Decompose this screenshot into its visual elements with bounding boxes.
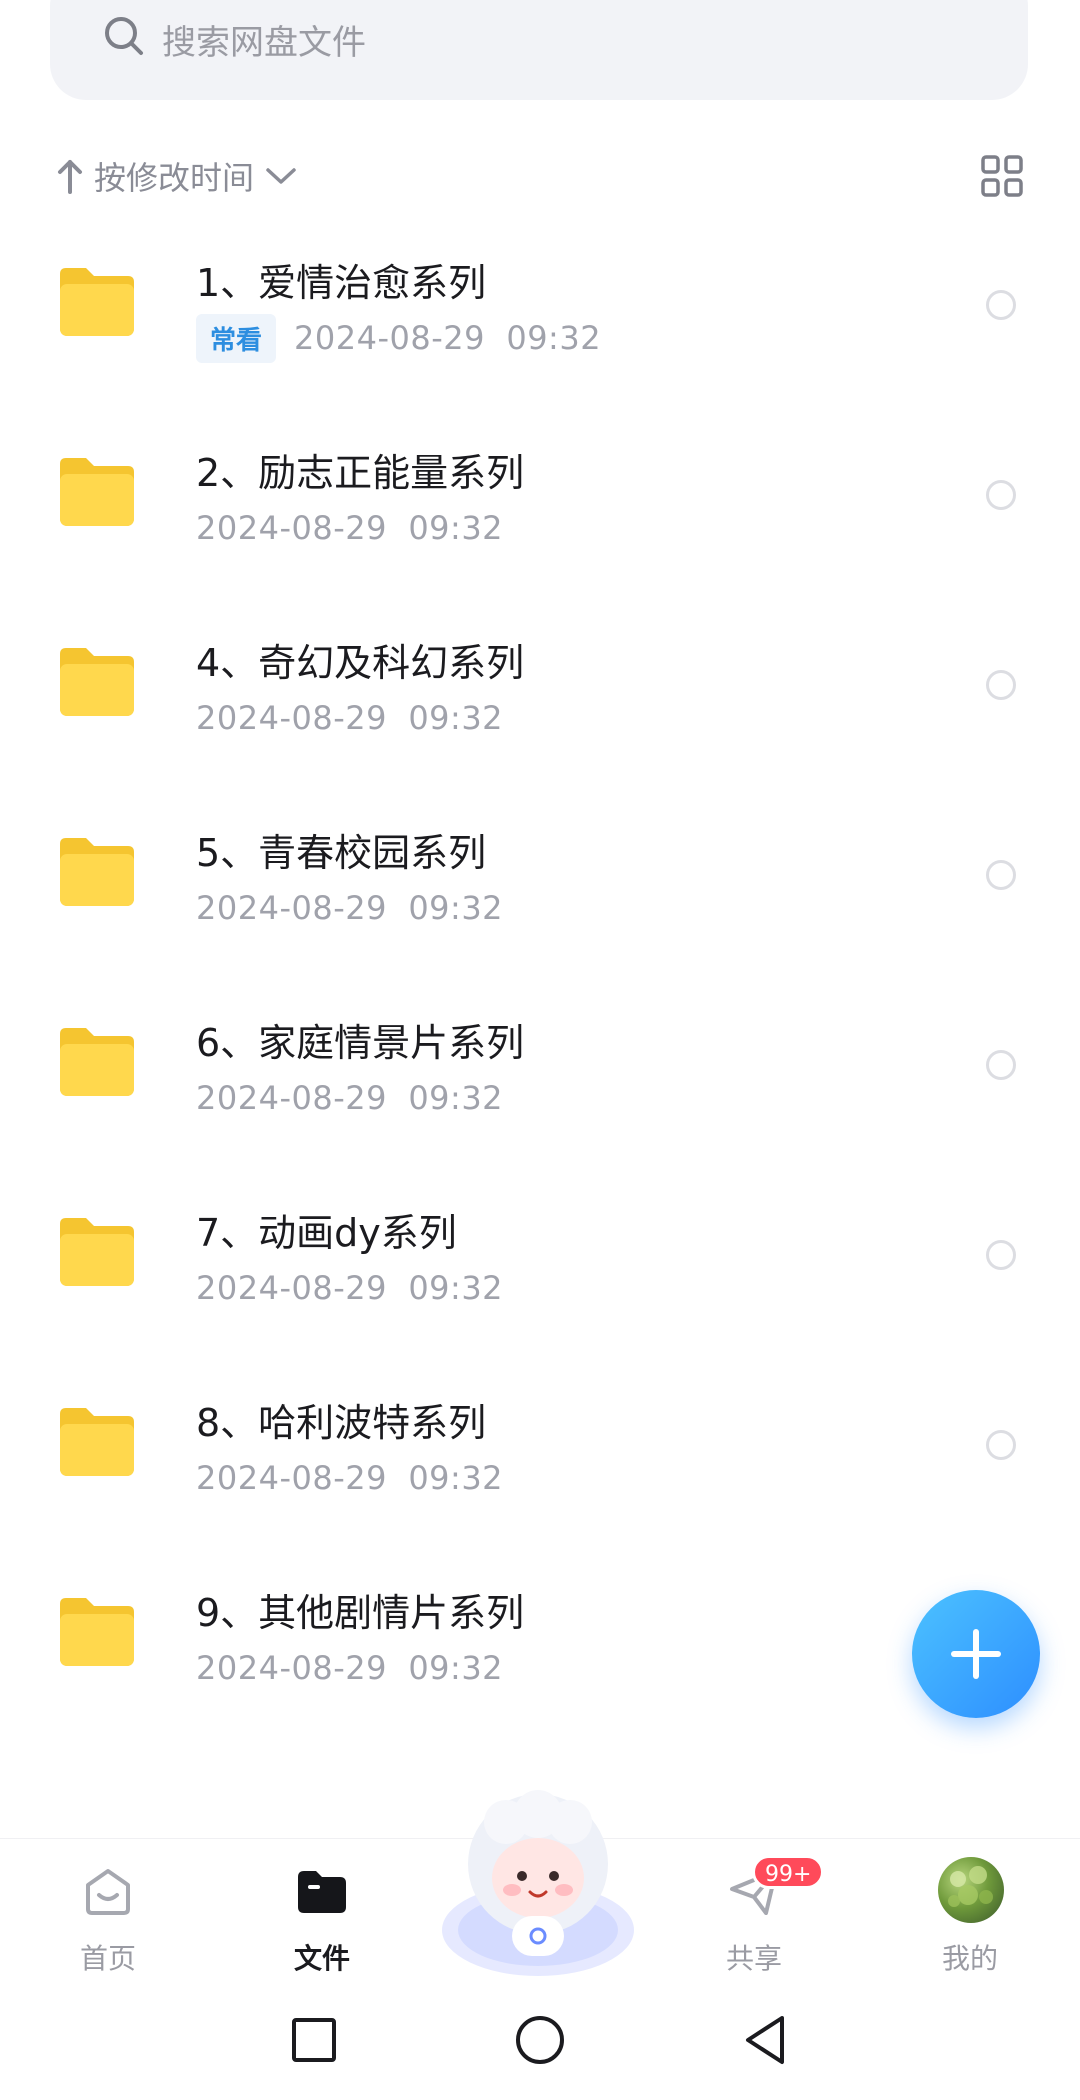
folder-icon [60, 458, 134, 526]
file-name: 9、其他剧情片系列 [196, 1591, 525, 1635]
search-input[interactable]: 搜索网盘文件 [162, 15, 366, 64]
file-date: 2024-08-29 09:32 [196, 509, 504, 547]
file-meta: 2024-08-29 09:32 [196, 1074, 503, 1122]
folder-icon [60, 838, 134, 906]
folder-icon [298, 1871, 346, 1913]
select-checkbox[interactable] [986, 290, 1016, 320]
tab-label: 文件 [293, 1942, 350, 1975]
sort-selector[interactable]: 按修改时间 [56, 150, 298, 202]
file-meta: 2024-08-29 09:32 [196, 694, 503, 742]
folder-icon [60, 1218, 134, 1286]
home-button-icon[interactable] [510, 2010, 570, 2070]
recent-apps-icon[interactable] [284, 2010, 344, 2070]
file-name: 2、励志正能量系列 [196, 451, 525, 495]
home-icon [86, 1869, 130, 1915]
tab-profile[interactable]: 我的 [900, 1853, 1040, 1983]
tab-files[interactable]: 文件 [252, 1853, 392, 1983]
search-bar[interactable]: 搜索网盘文件 [50, 0, 1028, 100]
file-name: 4、奇幻及科幻系列 [196, 641, 525, 685]
file-name: 6、家庭情景片系列 [196, 1021, 525, 1065]
file-name: 1、爱情治愈系列 [196, 261, 487, 305]
select-checkbox[interactable] [986, 480, 1016, 510]
file-row[interactable]: 5、青春校园系列 2024-08-29 09:32 [0, 800, 1080, 990]
plus-icon [951, 1629, 1001, 1679]
file-name: 7、动画dy系列 [196, 1211, 457, 1255]
avatar-image [948, 1866, 993, 1907]
notification-badge: 99+ [752, 1855, 825, 1889]
add-button[interactable] [912, 1590, 1040, 1718]
file-row[interactable]: 7、动画dy系列 2024-08-29 09:32 [0, 1180, 1080, 1370]
frequent-tag: 常看 [196, 313, 277, 363]
arrow-up-icon [58, 160, 82, 194]
avatar [938, 1857, 1004, 1923]
file-meta: 2024-08-29 09:32 [196, 504, 503, 552]
tab-label: 首页 [79, 1942, 136, 1975]
file-meta: 常看 2024-08-29 09:32 [196, 313, 602, 363]
tab-share[interactable]: 99+ 共享 [684, 1853, 825, 1983]
file-row[interactable]: 4、奇幻及科幻系列 2024-08-29 09:32 [0, 610, 1080, 800]
system-nav-bar [0, 1988, 1080, 2100]
file-date: 2024-08-29 09:32 [294, 319, 602, 357]
file-row[interactable]: 8、哈利波特系列 2024-08-29 09:32 [0, 1370, 1080, 1560]
grid-view-icon[interactable] [980, 154, 1024, 198]
file-row[interactable]: 6、家庭情景片系列 2024-08-29 09:32 [0, 990, 1080, 1180]
file-date: 2024-08-29 09:32 [196, 699, 504, 737]
folder-icon [60, 1408, 134, 1476]
file-meta: 2024-08-29 09:32 [196, 1644, 503, 1692]
back-icon[interactable] [736, 2010, 796, 2070]
file-name: 8、哈利波特系列 [196, 1401, 487, 1445]
folder-icon [60, 1598, 134, 1666]
select-checkbox[interactable] [986, 670, 1016, 700]
chevron-down-icon [266, 168, 296, 184]
file-date: 2024-08-29 09:32 [196, 1459, 504, 1497]
folder-icon [60, 268, 134, 336]
tab-home[interactable]: 首页 [38, 1853, 178, 1983]
file-date: 2024-08-29 09:32 [196, 1649, 504, 1687]
search-icon [105, 17, 143, 55]
file-date: 2024-08-29 09:32 [196, 1079, 504, 1117]
tab-label: 我的 [941, 1942, 998, 1975]
tab-label: 共享 [725, 1942, 782, 1975]
select-checkbox[interactable] [986, 1050, 1016, 1080]
file-meta: 2024-08-29 09:32 [196, 1264, 503, 1312]
file-meta: 2024-08-29 09:32 [196, 884, 503, 932]
select-checkbox[interactable] [986, 1240, 1016, 1270]
file-name: 5、青春校园系列 [196, 831, 487, 875]
file-row[interactable]: 2、励志正能量系列 2024-08-29 09:32 [0, 420, 1080, 610]
file-date: 2024-08-29 09:32 [196, 889, 504, 927]
select-checkbox[interactable] [986, 860, 1016, 890]
file-meta: 2024-08-29 09:32 [196, 1454, 503, 1502]
mascot-button[interactable] [436, 1780, 640, 1980]
file-row[interactable]: 1、爱情治愈系列 常看 2024-08-29 09:32 [0, 230, 1080, 420]
sort-label: 按修改时间 [94, 159, 255, 197]
folder-icon [60, 1028, 134, 1096]
file-date: 2024-08-29 09:32 [196, 1269, 504, 1307]
select-checkbox[interactable] [986, 1430, 1016, 1460]
folder-icon [60, 648, 134, 716]
